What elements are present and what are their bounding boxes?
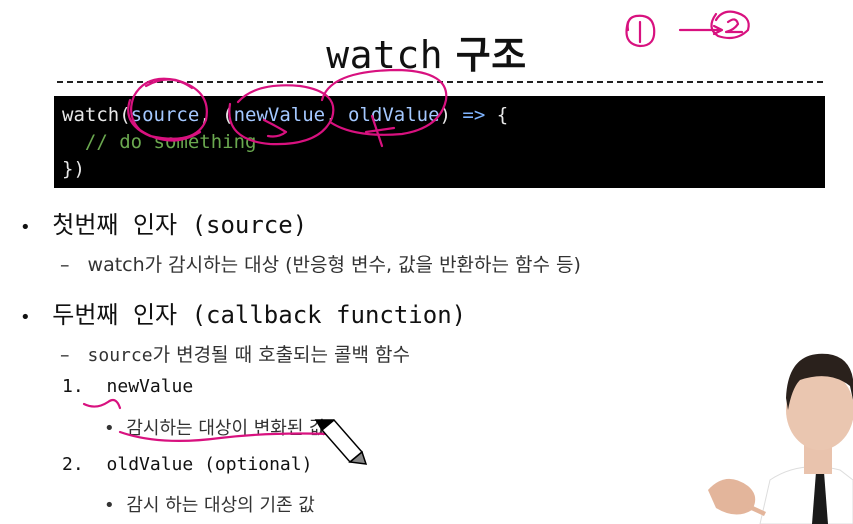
dash-marker: –	[60, 254, 70, 276]
item-2-desc: 감시 하는 대상의 기존 값	[126, 495, 315, 516]
bullet-2: • 두번째 인자 (callback function)	[20, 295, 466, 330]
item-1-num: 1.	[62, 376, 84, 397]
bullet-1-sub: – watch가 감시하는 대상 (반응형 변수, 값을 반환하는 함수 등)	[60, 250, 581, 277]
slide-title: watch 구조	[0, 24, 853, 79]
item-2-desc-row: • 감시 하는 대상의 기존 값	[104, 491, 315, 517]
code-brace-close: })	[62, 158, 85, 180]
code-brace-open: {	[485, 104, 509, 126]
bullet-2-heading: 두번째 인자 (callback function)	[52, 301, 467, 329]
small-dot: •	[104, 418, 115, 439]
item-1-desc: 감시하는 대상이 변화된 값	[126, 418, 326, 439]
code-comment: // do something	[62, 131, 257, 153]
code-sep: )	[439, 104, 463, 126]
code-arg-newvalue: newValue	[233, 104, 326, 126]
bullet-1-heading: 첫번째 인자 (source)	[52, 211, 308, 239]
bullet-2-sub: – source가 변경될 때 호출되는 콜백 함수	[60, 340, 410, 367]
item-2: 2. oldValue (optional)	[62, 454, 312, 475]
code-fn: watch(	[62, 104, 131, 126]
title-divider	[57, 81, 823, 83]
bullet-1: • 첫번째 인자 (source)	[20, 205, 307, 240]
code-sep: , (	[199, 104, 234, 126]
item-1-desc-row: • 감시하는 대상이 변화된 값	[104, 414, 326, 440]
presenter-video	[700, 340, 853, 524]
bullet-2-sub-code: source	[87, 345, 153, 366]
annotation-underline-newvalue	[82, 398, 122, 410]
bullet-1-sub-text: watch가 감시하는 대상 (반응형 변수, 값을 반환하는 함수 등)	[87, 254, 581, 276]
slide-title-code: watch	[326, 33, 444, 77]
code-line-1: watch(source, (newValue, oldValue) => {	[62, 102, 817, 129]
slide-title-text: 구조	[455, 33, 527, 77]
code-sep: ,	[325, 104, 349, 126]
item-2-num: 2.	[62, 454, 84, 475]
code-block: watch(source, (newValue, oldValue) => { …	[54, 96, 825, 188]
dash-marker: –	[60, 344, 70, 366]
bullet-2-sub-text: 가 변경될 때 호출되는 콜백 함수	[152, 344, 411, 366]
small-dot: •	[104, 495, 115, 516]
code-arg-oldvalue: oldValue	[348, 104, 440, 126]
code-arg-source: source	[130, 104, 200, 126]
item-1-label: newValue	[106, 376, 194, 397]
code-arrow: =>	[462, 104, 486, 126]
item-1: 1. newValue	[62, 376, 193, 397]
bullet-dot: •	[20, 307, 31, 328]
bullet-dot: •	[20, 217, 31, 238]
item-2-label: oldValue (optional)	[106, 454, 313, 475]
